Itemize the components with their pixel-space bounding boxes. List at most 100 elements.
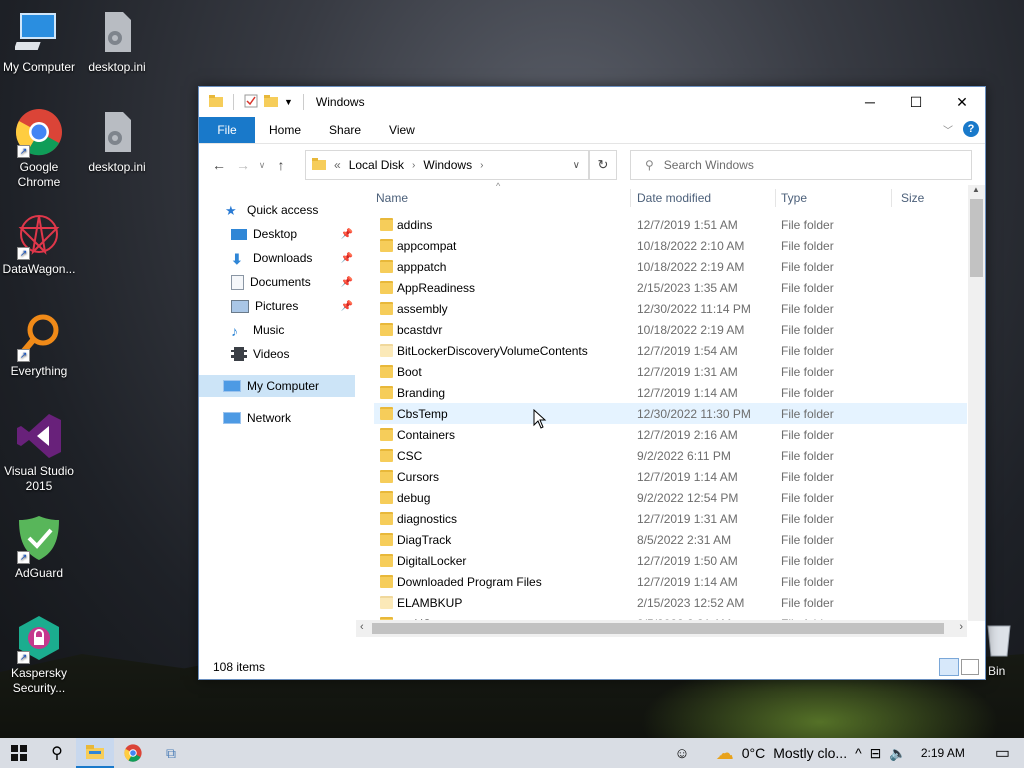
title-bar[interactable]: ▼ Windows ─ ☐ ✕ (199, 87, 985, 117)
file-row[interactable]: Downloaded Program Files 12/7/2019 1:14 A… (374, 571, 967, 592)
help-icon[interactable]: ? (963, 121, 979, 137)
refresh-button[interactable]: ↻ (589, 150, 617, 180)
file-row[interactable]: Boot 12/7/2019 1:31 AM File folder (374, 361, 967, 382)
start-button[interactable] (0, 738, 38, 768)
up-arrow-icon[interactable]: ↑ (269, 157, 293, 173)
file-row[interactable]: Cursors 12/7/2019 1:14 AM File folder (374, 466, 967, 487)
file-row[interactable]: BitLockerDiscoveryVolumeContents 12/7/201… (374, 340, 967, 361)
nav-item-pictures[interactable]: Pictures 📌 (199, 295, 355, 317)
customize-dropdown-icon[interactable]: ▼ (284, 97, 293, 107)
file-row[interactable]: CSC 9/2/2022 6:11 PM File folder (374, 445, 967, 466)
clock-time[interactable]: 2:19 AM (921, 746, 965, 760)
search-box[interactable]: ⚲ Search Windows (630, 150, 972, 180)
file-row[interactable]: assembly 12/30/2022 11:14 PM File folder (374, 298, 967, 319)
nav-item-my-computer[interactable]: My Computer (199, 375, 355, 397)
notifications-icon[interactable]: ▭ (995, 743, 1010, 763)
breadcrumb-chevron-icon[interactable]: › (412, 160, 415, 171)
nav-item-network[interactable]: Network (199, 407, 355, 429)
volume-icon[interactable]: 🔈 (889, 745, 906, 762)
column-date-modified[interactable]: Date modified (635, 189, 776, 207)
desktop-icon-my-computer[interactable]: My Computer (0, 8, 78, 75)
weather-icon[interactable]: ☁ (716, 743, 734, 764)
minimize-button[interactable]: ─ (847, 87, 893, 117)
nav-item-desktop[interactable]: Desktop 📌 (199, 223, 355, 245)
desktop-icon-adguard[interactable]: ↗ AdGuard (0, 514, 78, 581)
tab-view[interactable]: View (375, 117, 429, 143)
pin-icon[interactable]: 📌 (341, 253, 353, 264)
magnifier-icon: ↗ (15, 312, 63, 362)
nav-item-documents[interactable]: Documents 📌 (199, 271, 355, 293)
expand-ribbon-icon[interactable]: ﹀ (943, 122, 953, 137)
desktop-icon-desktop-ini-2[interactable]: desktop.ini (78, 108, 156, 175)
file-row[interactable]: DiagTrack 8/5/2022 2:31 AM File folder (374, 529, 967, 550)
downloads-icon: ⬇ (231, 251, 243, 267)
close-button[interactable]: ✕ (939, 87, 985, 117)
file-row[interactable]: appcompat 10/18/2022 2:10 AM File folder (374, 235, 967, 256)
app-taskbar-button[interactable]: ⧉ (152, 738, 190, 768)
tab-share[interactable]: Share (315, 117, 375, 143)
details-view-icon[interactable] (939, 658, 959, 676)
desktop-icon-desktop-ini[interactable]: desktop.ini (78, 8, 156, 75)
horizontal-scrollbar[interactable]: ‹ › (356, 620, 967, 637)
people-icon[interactable]: ☺ (674, 745, 689, 762)
scroll-left-icon[interactable]: ‹ (360, 621, 364, 633)
file-row[interactable]: bcastdvr 10/18/2022 2:19 AM File folder (374, 319, 967, 340)
breadcrumb-overflow[interactable]: « (334, 158, 341, 172)
large-icons-view-icon[interactable] (961, 659, 979, 675)
recent-locations-chevron-icon[interactable]: ∨ (255, 160, 269, 171)
file-row[interactable]: ELAMBKUP 2/15/2023 12:52 AM File folder (374, 592, 967, 613)
horizontal-scroll-thumb[interactable] (372, 623, 944, 634)
column-size[interactable]: Size (899, 189, 961, 207)
column-type[interactable]: Type (779, 189, 892, 207)
network-status-icon[interactable]: ⊟ (870, 745, 882, 762)
breadcrumb-local-disk[interactable]: Local Disk (349, 158, 404, 172)
desktop-icon-visual-studio[interactable]: Visual Studio 2015 (0, 412, 78, 494)
new-folder-icon[interactable] (264, 94, 278, 110)
tab-home[interactable]: Home (255, 117, 315, 143)
nav-quick-access[interactable]: ★ Quick access (199, 199, 355, 221)
explorer-body: ★ Quick access Desktop 📌 ⬇ Downloads 📌 D… (199, 181, 985, 655)
pin-icon[interactable]: 📌 (341, 301, 353, 312)
weather-temperature[interactable]: 0°C (742, 745, 766, 761)
show-hidden-icons-chevron-icon[interactable]: ^ (855, 745, 862, 761)
chrome-taskbar-button[interactable] (114, 738, 152, 768)
maximize-button[interactable]: ☐ (893, 87, 939, 117)
file-row[interactable]: debug 9/2/2022 12:54 PM File folder (374, 487, 967, 508)
file-row[interactable]: apppatch 10/18/2022 2:19 AM File folder (374, 256, 967, 277)
file-explorer-taskbar-button[interactable] (76, 738, 114, 768)
desktop-icon-everything[interactable]: ↗ Everything (0, 312, 78, 379)
forward-arrow-icon[interactable]: → (231, 157, 255, 173)
address-bar[interactable]: « Local Disk › Windows › ∨ (305, 150, 589, 180)
weather-description[interactable]: Mostly clo... (773, 745, 847, 761)
vertical-scroll-thumb[interactable] (970, 199, 983, 277)
file-row[interactable]: CbsTemp 12/30/2022 11:30 PM File folder (374, 403, 967, 424)
file-row[interactable]: Branding 12/7/2019 1:14 AM File folder (374, 382, 967, 403)
desktop-icon-chrome[interactable]: ↗ Google Chrome (0, 108, 78, 190)
windows-logo-icon (11, 745, 27, 761)
file-row[interactable]: DigitalLocker 12/7/2019 1:50 AM File folde… (374, 550, 967, 571)
file-date-modified: 9/2/2022 6:11 PM (637, 448, 731, 463)
address-dropdown-icon[interactable]: ∨ (573, 160, 580, 171)
nav-item-videos[interactable]: Videos (199, 343, 355, 365)
file-row[interactable]: addins 12/7/2019 1:51 AM File folder (374, 214, 967, 235)
file-row[interactable]: AppReadiness 2/15/2023 1:35 AM File folder (374, 277, 967, 298)
pin-icon[interactable]: 📌 (341, 277, 353, 288)
back-arrow-icon[interactable]: ← (207, 157, 231, 173)
file-name: DiagTrack (397, 532, 452, 547)
desktop-icon-kaspersky[interactable]: ↗ Kaspersky Security... (0, 614, 78, 696)
file-row[interactable]: Containers 12/7/2019 2:16 AM File folder (374, 424, 967, 445)
breadcrumb-chevron-icon[interactable]: › (480, 160, 483, 171)
search-taskbar-button[interactable]: ⚲ (38, 738, 76, 768)
file-row[interactable]: diagnostics 12/7/2019 1:31 AM File folder (374, 508, 967, 529)
column-name[interactable]: Name (374, 189, 631, 207)
scroll-right-icon[interactable]: › (959, 621, 963, 633)
scroll-up-icon[interactable]: ▲ (972, 185, 980, 194)
properties-icon[interactable] (244, 94, 258, 111)
vertical-scrollbar[interactable]: ▲ (968, 185, 985, 621)
breadcrumb-windows[interactable]: Windows (423, 158, 472, 172)
desktop-icon-datawagon[interactable]: ↗ DataWagon... (0, 210, 78, 277)
nav-item-downloads[interactable]: ⬇ Downloads 📌 (199, 247, 355, 269)
pin-icon[interactable]: 📌 (341, 229, 353, 240)
tab-file[interactable]: File (199, 117, 255, 143)
nav-item-music[interactable]: ♪ Music (199, 319, 355, 341)
